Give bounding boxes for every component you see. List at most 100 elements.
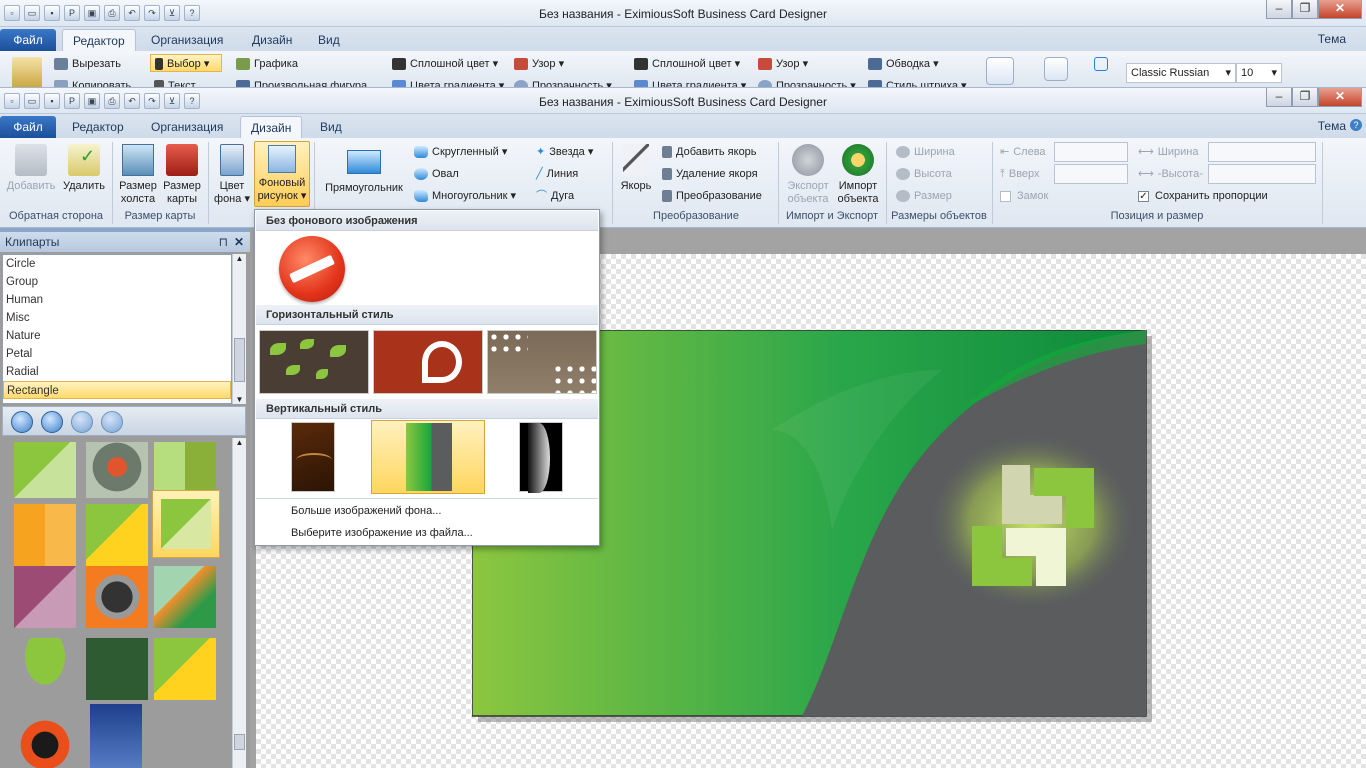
back-tab-view[interactable]: Вид	[308, 29, 350, 51]
list-item[interactable]: Nature	[3, 327, 231, 345]
clipart-item[interactable]	[86, 566, 148, 628]
prev-page-icon[interactable]	[41, 411, 63, 433]
obj-height-button[interactable]: Высота	[896, 165, 952, 183]
select-button[interactable]: Выбор ▾	[150, 54, 222, 72]
close-icon[interactable]: ✕	[234, 232, 244, 252]
scroll-thumb[interactable]	[234, 734, 245, 750]
tab-editor[interactable]: Редактор	[62, 116, 134, 138]
gradient-line-button[interactable]: Цвета градиента ▾	[634, 77, 746, 87]
bg-thumb-vertical-3[interactable]	[519, 422, 563, 493]
scroll-up-icon[interactable]: ▲	[233, 254, 246, 263]
rectangle-button[interactable]: Прямоугольник	[318, 140, 410, 195]
list-item[interactable]: Circle	[3, 255, 231, 273]
bg-thumb-vertical-2-selected[interactable]	[371, 420, 485, 494]
bg-thumb-horizontal-3[interactable]	[487, 330, 597, 394]
clipart-item[interactable]	[14, 442, 76, 498]
category-scrollbar[interactable]: ▲ ▼	[232, 254, 246, 404]
pin-icon[interactable]: ⊓	[219, 232, 228, 252]
bg-from-file-item[interactable]: Выберите изображение из файла...	[291, 527, 473, 539]
list-item[interactable]: Group	[3, 273, 231, 291]
bg-thumb-horizontal-1[interactable]	[259, 330, 369, 394]
star-button[interactable]: ✦ Звезда ▾	[536, 143, 593, 161]
anchor-button[interactable]: Якорь	[616, 140, 656, 193]
tab-file[interactable]: Файл	[0, 116, 56, 138]
import-object-button[interactable]: Импорт объекта	[832, 140, 884, 206]
first-page-icon[interactable]	[11, 411, 33, 433]
stroke-style-button[interactable]: Стиль штриха ▾	[868, 77, 967, 87]
clipart-item[interactable]	[86, 504, 148, 566]
export-object-button[interactable]: Экспорт объекта	[782, 140, 834, 206]
bg-image-button[interactable]: Фоновый рисунок ▾	[254, 141, 310, 207]
line-button[interactable]: ╱ Линия	[536, 165, 578, 183]
outline-button[interactable]: Обводка ▾	[868, 55, 939, 73]
back-theme-menu[interactable]: Тема	[1318, 32, 1346, 46]
shape-style-1[interactable]	[986, 57, 1014, 85]
gradient-fill-button[interactable]: Цвета градиента ▾	[392, 77, 504, 87]
pos-left-input[interactable]	[1054, 142, 1128, 162]
minimize-button[interactable]: –	[1266, 88, 1292, 107]
back-tab-organization[interactable]: Организация	[141, 29, 233, 51]
help-icon[interactable]: ?	[1350, 119, 1362, 131]
obj-width-button[interactable]: Ширина	[896, 143, 955, 161]
close-button[interactable]: ✕	[1318, 88, 1362, 107]
clipart-item[interactable]	[86, 442, 148, 498]
lock-checkbox[interactable]: Замок	[1000, 187, 1048, 205]
bg-thumb-vertical-1[interactable]	[291, 422, 335, 492]
text-button[interactable]: Текст	[154, 77, 196, 87]
graphics-button[interactable]: Графика	[236, 55, 298, 73]
copy-button[interactable]: Копировать	[54, 77, 131, 87]
clipart-item-selected[interactable]	[152, 490, 220, 558]
clipart-item[interactable]	[14, 566, 76, 628]
freeform-button[interactable]: Произвольная фигура	[236, 77, 367, 87]
scroll-up-icon[interactable]: ▲	[233, 438, 246, 447]
clipart-item[interactable]	[154, 638, 216, 700]
clipart-item[interactable]	[14, 638, 76, 700]
arc-button[interactable]: ⌒ Дуга	[536, 187, 574, 205]
pattern-line-button[interactable]: Узор ▾	[758, 55, 808, 73]
solid-fill-button[interactable]: Сплошной цвет ▾	[392, 55, 498, 73]
font-size-select[interactable]: 10 ▾	[1236, 63, 1282, 83]
tab-view[interactable]: Вид	[310, 116, 352, 138]
next-page-icon[interactable]	[71, 411, 93, 433]
list-item[interactable]: Misc	[3, 309, 231, 327]
bg-color-button[interactable]: Цвет фона ▾	[212, 140, 252, 206]
obj-size-button[interactable]: Размер	[896, 187, 952, 205]
list-item-selected[interactable]: Rectangle	[3, 381, 231, 399]
pattern-fill-button[interactable]: Узор ▾	[514, 55, 564, 73]
list-item[interactable]: Radial	[3, 363, 231, 381]
clipart-item[interactable]	[90, 704, 142, 768]
pos-top-input[interactable]	[1054, 164, 1128, 184]
paste-icon[interactable]	[12, 57, 42, 87]
transparency-fill-button[interactable]: Прозрачность ▾	[514, 77, 612, 87]
add-back-button[interactable]: Добавить	[4, 140, 58, 193]
oval-button[interactable]: Овал	[414, 165, 459, 183]
no-bg-icon[interactable]	[279, 236, 345, 302]
pos-width-input[interactable]	[1208, 142, 1316, 162]
list-item[interactable]: Human	[3, 291, 231, 309]
bg-thumb-horizontal-2[interactable]	[373, 330, 483, 394]
pos-height-input[interactable]	[1208, 164, 1316, 184]
back-tab-design[interactable]: Дизайн	[242, 29, 302, 51]
add-anchor-button[interactable]: Добавить якорь	[662, 143, 757, 161]
transform-button[interactable]: Преобразование	[662, 187, 762, 205]
clipart-item[interactable]	[86, 638, 148, 700]
cut-button[interactable]: Вырезать	[54, 55, 121, 73]
tab-organization[interactable]: Организация	[141, 116, 233, 138]
more-backgrounds-item[interactable]: Больше изображений фона...	[291, 505, 441, 517]
theme-menu[interactable]: Тема	[1318, 119, 1346, 133]
list-item[interactable]: Petal	[3, 345, 231, 363]
maximize-button[interactable]: ❐	[1292, 88, 1318, 107]
scroll-down-icon[interactable]: ▼	[233, 395, 246, 404]
clipart-category-list[interactable]: Circle Group Human Misc Nature Petal Rad…	[2, 254, 232, 404]
polygon-button[interactable]: Многоугольник ▾	[414, 187, 516, 205]
keep-ratio-checkbox[interactable]: ✓ Сохранить пропорции	[1138, 187, 1268, 205]
minimize-button[interactable]: –	[1266, 0, 1292, 19]
clipart-item[interactable]	[14, 504, 76, 566]
transparency-line-button[interactable]: Прозрачность ▾	[758, 77, 856, 87]
rounded-rect-button[interactable]: Скругленный ▾	[414, 143, 507, 161]
clipart-item[interactable]	[14, 714, 76, 768]
back-tab-file[interactable]: Файл	[0, 29, 56, 51]
tab-design[interactable]: Дизайн	[240, 116, 303, 138]
font-select[interactable]: Classic Russian ▾	[1126, 63, 1236, 83]
shape-style-3[interactable]	[1094, 57, 1108, 71]
